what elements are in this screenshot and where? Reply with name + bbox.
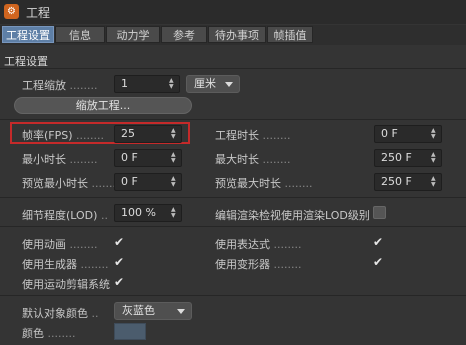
max-length-input[interactable]: 250 F ▲ ▼ [374, 149, 442, 167]
window-title: 工程 [26, 6, 51, 20]
default-color-label: 默认对象颜色 .. [22, 307, 99, 320]
spinner-arrows-icon[interactable]: ▲ ▼ [169, 78, 175, 90]
use-generators-checkbox[interactable]: ✔ [112, 255, 126, 269]
use-animation-label: 使用动画 ........ [22, 238, 98, 251]
use-deformers-checkbox[interactable]: ✔ [371, 255, 385, 269]
preview-max-input[interactable]: 250 F ▲ ▼ [374, 173, 442, 191]
spinner-arrows-icon[interactable]: ▲ ▼ [431, 128, 437, 140]
tab-frame-interpolation[interactable]: 帧插值 [267, 26, 313, 43]
project-length-label: 工程时长 ........ [215, 129, 291, 142]
chevron-down-icon [225, 82, 233, 87]
divider [0, 68, 466, 69]
render-lod-checkbox[interactable] [373, 206, 386, 219]
use-motion-clip-label: 使用运动剪辑系统 [22, 278, 110, 291]
spinner-arrows-icon[interactable]: ▲ ▼ [171, 128, 177, 140]
spinner-arrows-icon[interactable]: ▲ ▼ [171, 176, 177, 188]
preview-max-label: 预览最大时长 ........ [215, 177, 313, 190]
tab-todo[interactable]: 待办事项 [208, 26, 266, 43]
preview-min-input[interactable]: 0 F ▲ ▼ [114, 173, 182, 191]
tab-info[interactable]: 信息 [55, 26, 105, 43]
use-motion-clip-checkbox[interactable]: ✔ [112, 275, 126, 289]
render-lod-label: 编辑渲染检视使用渲染LOD级别 [215, 209, 370, 222]
divider [0, 295, 466, 296]
scale-project-button[interactable]: 缩放工程... [14, 97, 192, 114]
divider [0, 226, 466, 227]
scale-label: 工程缩放 ........ [22, 79, 98, 92]
color-swatch[interactable] [114, 323, 146, 340]
spinner-arrows-icon[interactable]: ▲ ▼ [431, 152, 437, 164]
use-expressions-checkbox[interactable]: ✔ [371, 235, 385, 249]
color-label: 颜色 ........ [22, 327, 76, 340]
tab-project-settings[interactable]: 工程设置 [2, 26, 54, 43]
lod-label: 细节程度(LOD) .. [22, 209, 108, 222]
preview-min-label: 预览最小时长 ........ [22, 177, 120, 190]
fps-label: 帧率(FPS) ........ [22, 129, 105, 142]
tab-dynamics[interactable]: 动力学 [106, 26, 160, 43]
use-expressions-label: 使用表达式 ........ [215, 238, 302, 251]
section-title: 工程设置 [4, 55, 48, 68]
divider [0, 119, 466, 120]
fps-input[interactable]: 25 ▲ ▼ [114, 125, 182, 143]
use-deformers-label: 使用变形器 ........ [215, 258, 302, 271]
use-generators-label: 使用生成器 ........ [22, 258, 109, 271]
spinner-arrows-icon[interactable]: ▲ ▼ [171, 152, 177, 164]
spinner-arrows-icon[interactable]: ▲ ▼ [171, 207, 177, 219]
default-color-dropdown[interactable]: 灰蓝色 [114, 302, 192, 320]
min-length-input[interactable]: 0 F ▲ ▼ [114, 149, 182, 167]
scale-unit-dropdown[interactable]: 厘米 [186, 75, 240, 93]
min-length-label: 最小时长 ........ [22, 153, 98, 166]
max-length-label: 最大时长 ........ [215, 153, 291, 166]
project-length-input[interactable]: 0 F ▲ ▼ [374, 125, 442, 143]
title-bar [0, 0, 466, 24]
spinner-arrows-icon[interactable]: ▲ ▼ [431, 176, 437, 188]
use-animation-checkbox[interactable]: ✔ [112, 235, 126, 249]
scale-input[interactable]: 1 ▲ ▼ [114, 75, 180, 93]
chevron-down-icon [177, 309, 185, 314]
divider [0, 197, 466, 198]
tab-reference[interactable]: 参考 [161, 26, 207, 43]
lod-input[interactable]: 100 % ▲ ▼ [114, 204, 182, 222]
gear-icon: ⚙ [4, 4, 19, 19]
